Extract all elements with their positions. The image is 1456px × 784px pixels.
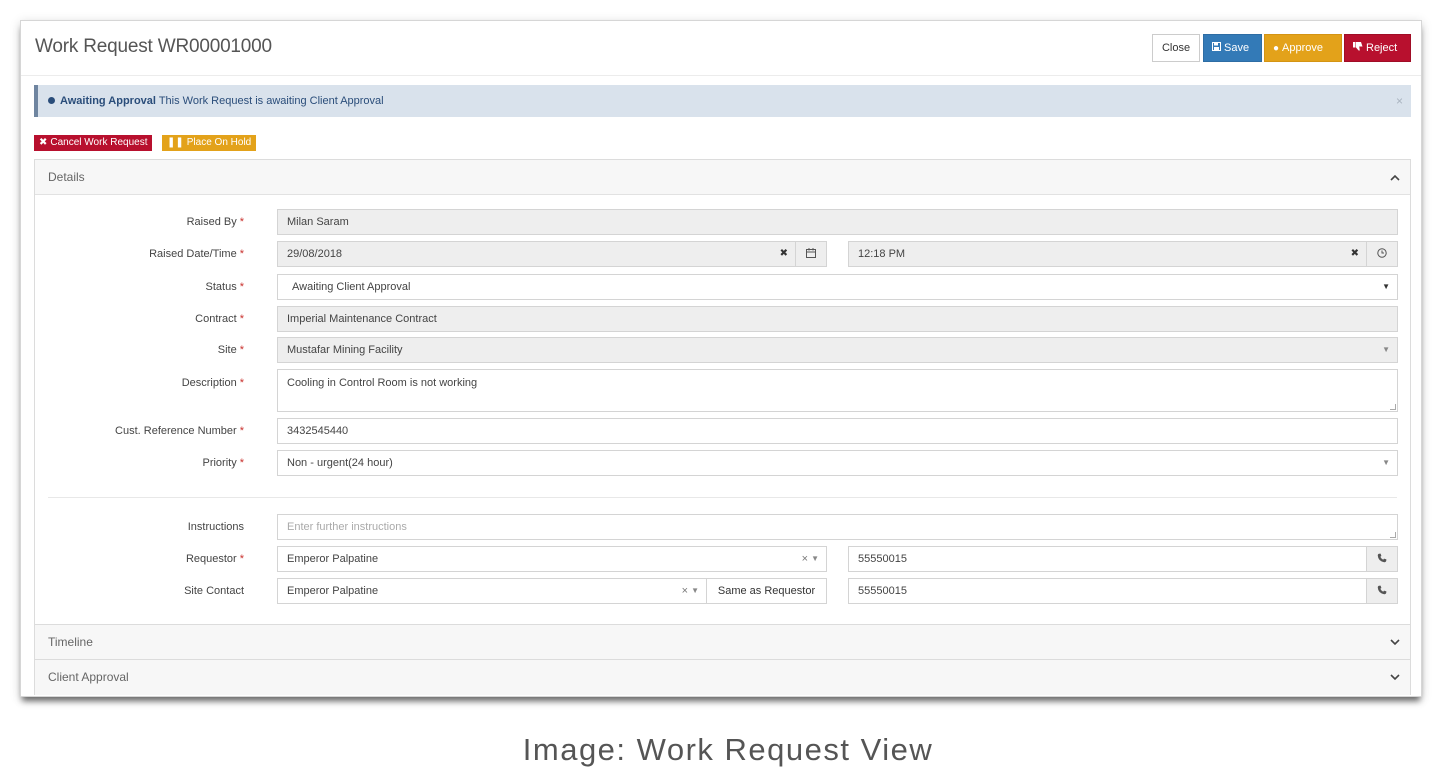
timeline-panel-header[interactable]: Timeline <box>35 625 1410 660</box>
client-approval-heading: Client Approval <box>48 670 129 684</box>
raised-time-value: 12:18 PM <box>858 248 906 260</box>
instructions-placeholder: Enter further instructions <box>287 521 407 533</box>
resize-grip-icon[interactable] <box>1390 404 1396 410</box>
status-alert: Awaiting Approval This Work Request is a… <box>34 85 1411 117</box>
status-value: Awaiting Client Approval <box>292 281 411 293</box>
caret-down-icon: ▼ <box>691 586 699 595</box>
client-approval-panel-header[interactable]: Client Approval <box>35 660 1410 695</box>
raised-date-value: 29/08/2018 <box>287 248 343 260</box>
site-value: Mustafar Mining Facility <box>287 344 403 356</box>
caret-down-icon: ▼ <box>1382 458 1390 467</box>
circle-icon: ● <box>1273 43 1280 54</box>
alert-close-icon[interactable]: × <box>1396 85 1403 117</box>
save-button-label: Save <box>1224 42 1250 54</box>
reject-button[interactable]: Reject <box>1344 34 1411 62</box>
chevron-up-icon <box>1390 160 1400 195</box>
priority-select[interactable]: Non - urgent(24 hour) ▼ <box>277 450 1398 476</box>
work-request-window: Work Request WR00001000 Close Save ● Appr… <box>20 20 1422 697</box>
site-contact-value: Emperor Palpatine <box>287 585 379 597</box>
timeline-heading: Timeline <box>48 635 93 649</box>
calendar-icon[interactable] <box>795 241 827 267</box>
requestor-value: Emperor Palpatine <box>287 553 379 565</box>
priority-label: Priority * <box>202 457 244 469</box>
timeline-panel: Timeline <box>34 624 1411 660</box>
requestor-phone-value: 55550015 <box>858 553 907 565</box>
cancel-work-request-button[interactable]: ✖ Cancel Work Request <box>34 135 153 151</box>
raised-time-field[interactable]: 12:18 PM ✖ <box>848 241 1398 267</box>
alert-status: Awaiting Approval <box>60 95 156 107</box>
priority-value: Non - urgent(24 hour) <box>287 457 393 469</box>
caret-down-icon: ▼ <box>811 554 819 563</box>
site-select[interactable]: Mustafar Mining Facility ▼ <box>277 337 1398 363</box>
raised-by-field[interactable]: Milan Saram <box>277 209 1398 235</box>
thumbs-down-icon <box>1353 36 1363 62</box>
cust-reference-value: 3432545440 <box>287 425 349 437</box>
site-label: Site * <box>217 344 244 356</box>
chevron-down-icon <box>1390 660 1400 695</box>
save-icon <box>1212 36 1221 62</box>
status-label: Status * <box>205 281 244 293</box>
pause-icon: ❚❚ <box>167 137 184 148</box>
times-icon: ✖ <box>39 137 48 148</box>
clear-time-icon[interactable]: ✖ <box>1351 242 1359 266</box>
approve-button-label: Approve <box>1282 42 1324 54</box>
site-contact-phone-value: 55550015 <box>858 585 907 597</box>
clear-date-icon[interactable]: ✖ <box>780 242 788 266</box>
cust-reference-input[interactable]: 3432545440 <box>277 418 1398 444</box>
close-button[interactable]: Close <box>1152 34 1200 62</box>
requestor-phone-input[interactable]: 55550015 <box>848 546 1398 572</box>
description-textarea[interactable]: Cooling in Control Room is not working <box>277 369 1398 412</box>
status-dot-icon <box>48 97 55 104</box>
save-button[interactable]: Save <box>1203 34 1262 62</box>
raised-by-value: Milan Saram <box>287 216 349 228</box>
requestor-label: Requestor * <box>185 553 244 565</box>
raised-date-field[interactable]: 29/08/2018 ✖ <box>277 241 827 267</box>
close-button-label: Close <box>1161 42 1191 54</box>
section-divider <box>48 497 1397 498</box>
status-select[interactable]: Awaiting Client Approval ▼ <box>277 274 1398 300</box>
site-contact-select[interactable]: Emperor Palpatine × ▼ <box>277 578 707 604</box>
caret-down-icon: ▼ <box>1382 345 1390 354</box>
clear-requestor-icon[interactable]: × <box>802 547 808 571</box>
same-as-requestor-button[interactable]: Same as Requestor <box>706 578 827 604</box>
page-title: Work Request WR00001000 <box>35 36 272 57</box>
phone-icon[interactable] <box>1366 546 1398 572</box>
image-caption: Image: Work Request View <box>522 732 934 767</box>
details-panel-header[interactable]: Details <box>35 160 1410 195</box>
cancel-work-request-label: Cancel Work Request <box>50 137 148 148</box>
chevron-down-icon <box>1390 625 1400 660</box>
alert-message: This Work Request is awaiting Client App… <box>158 95 384 107</box>
contract-field[interactable]: Imperial Maintenance Contract <box>277 306 1398 332</box>
place-on-hold-button[interactable]: ❚❚ Place On Hold <box>162 135 257 151</box>
stage: Work Request WR00001000 Close Save ● Appr… <box>0 0 1456 784</box>
contract-value: Imperial Maintenance Contract <box>287 313 437 325</box>
requestor-select[interactable]: Emperor Palpatine × ▼ <box>277 546 827 572</box>
same-as-requestor-label: Same as Requestor <box>717 585 816 597</box>
details-panel: Details Raised By * Milan Saram Raised Da… <box>34 159 1411 625</box>
site-contact-phone-input[interactable]: 55550015 <box>848 578 1398 604</box>
contract-label: Contract * <box>195 313 244 325</box>
raised-by-label: Raised By * <box>186 216 244 228</box>
header: Work Request WR00001000 Close Save ● Appr… <box>21 21 1421 76</box>
phone-icon[interactable] <box>1366 578 1398 604</box>
description-value: Cooling in Control Room is not working <box>287 377 478 389</box>
approve-button[interactable]: ● Approve <box>1264 34 1342 62</box>
clear-site-contact-icon[interactable]: × <box>682 579 688 603</box>
details-heading: Details <box>48 170 85 184</box>
instructions-label: Instructions <box>187 521 244 533</box>
site-contact-label: Site Contact <box>184 585 244 597</box>
clock-icon[interactable] <box>1366 241 1398 267</box>
cust-reference-label: Cust. Reference Number * <box>115 425 244 437</box>
raised-datetime-label: Raised Date/Time * <box>149 248 244 260</box>
reject-button-label: Reject <box>1366 42 1398 54</box>
client-approval-panel: Client Approval <box>34 659 1411 695</box>
instructions-input[interactable]: Enter further instructions <box>277 514 1398 540</box>
place-on-hold-label: Place On Hold <box>186 137 252 148</box>
description-label: Description * <box>181 377 244 389</box>
caret-down-icon: ▼ <box>1382 282 1390 291</box>
resize-grip-icon[interactable] <box>1390 532 1396 538</box>
